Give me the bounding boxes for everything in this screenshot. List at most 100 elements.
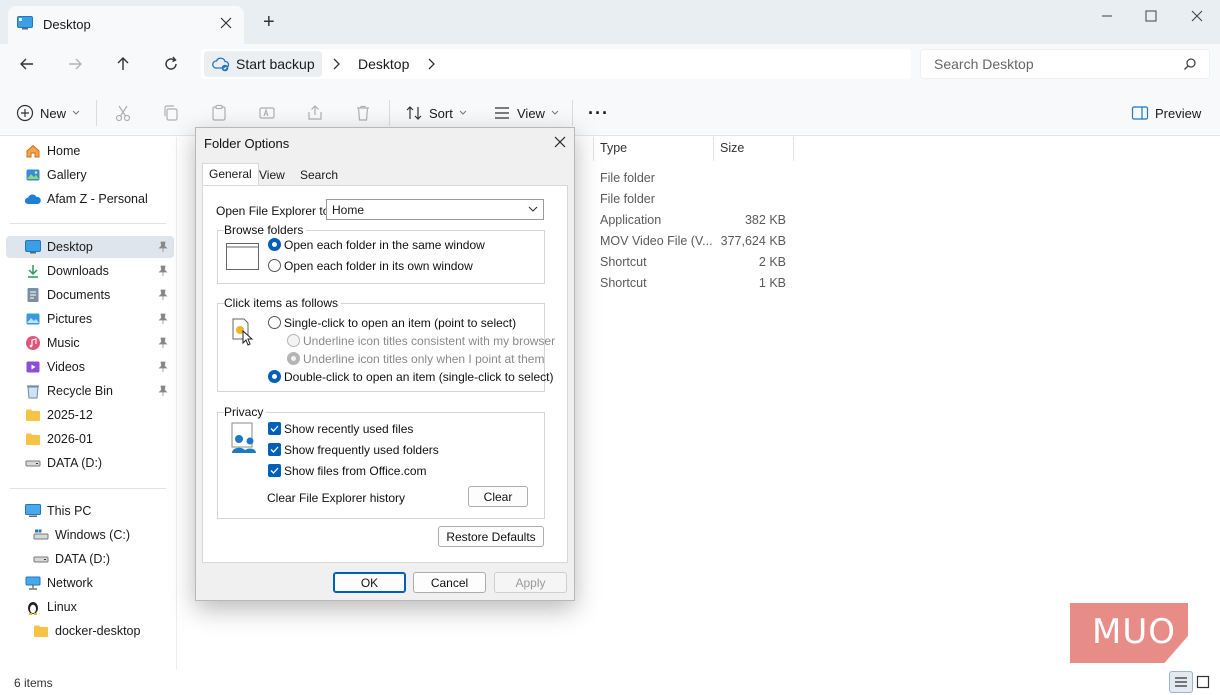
- sidebar-item-this-pc[interactable]: This PC: [6, 500, 174, 522]
- column-divider[interactable]: [793, 137, 794, 161]
- column-divider[interactable]: [713, 137, 714, 161]
- preview-button[interactable]: Preview: [1131, 100, 1201, 126]
- dialog-close-button[interactable]: [548, 132, 572, 152]
- double-click-label[interactable]: Double-click to open an item (single-cli…: [284, 370, 553, 384]
- file-type-cell: File folder: [600, 171, 655, 185]
- sidebar-item-downloads[interactable]: Downloads: [6, 260, 174, 282]
- sidebar-item-data-drive[interactable]: DATA (D:): [6, 452, 174, 474]
- close-window-button[interactable]: [1174, 6, 1220, 26]
- new-button[interactable]: New: [16, 100, 80, 126]
- more-options-button[interactable]: ···: [588, 100, 609, 126]
- tiles-view-toggle[interactable]: [1196, 675, 1210, 689]
- office-files-label[interactable]: Show files from Office.com: [284, 464, 427, 478]
- apply-button[interactable]: Apply: [494, 572, 567, 593]
- sidebar-item-data-drive-2[interactable]: DATA (D:): [6, 548, 174, 570]
- rename-icon[interactable]: [258, 100, 276, 126]
- sidebar-item-label: Afam Z - Personal: [47, 192, 148, 206]
- pin-icon[interactable]: [158, 265, 168, 277]
- close-tab-icon[interactable]: [220, 17, 232, 29]
- double-click-radio[interactable]: [268, 370, 281, 383]
- sidebar-item-label: 2026-01: [47, 432, 93, 446]
- browse-same-window-radio[interactable]: [268, 238, 281, 251]
- clear-history-label: Clear File Explorer history: [267, 491, 406, 505]
- sidebar-item-onedrive[interactable]: Afam Z - Personal: [6, 188, 174, 210]
- ok-button[interactable]: OK: [333, 572, 406, 593]
- view-icon: [493, 104, 511, 122]
- single-click-radio[interactable]: [268, 316, 281, 329]
- pin-icon[interactable]: [158, 361, 168, 373]
- column-header-type[interactable]: Type: [600, 141, 627, 155]
- column-header-size[interactable]: Size: [720, 141, 744, 155]
- chevron-right-icon[interactable]: [426, 57, 436, 71]
- sidebar-item-recycle-bin[interactable]: Recycle Bin: [6, 380, 174, 402]
- breadcrumb-desktop[interactable]: Desktop: [358, 56, 409, 72]
- tab-general[interactable]: General: [202, 163, 259, 186]
- cut-icon[interactable]: [114, 100, 132, 126]
- copy-icon[interactable]: [162, 100, 180, 126]
- browse-own-window-radio[interactable]: [268, 259, 281, 272]
- frequent-folders-label[interactable]: Show frequently used folders: [284, 443, 439, 457]
- sidebar-item-label: Documents: [47, 288, 111, 302]
- frequent-folders-checkbox[interactable]: [268, 443, 281, 456]
- paste-icon[interactable]: [210, 100, 228, 126]
- linux-icon: [24, 598, 42, 616]
- sidebar-item-documents[interactable]: Documents: [6, 284, 174, 306]
- sidebar-item-2026-01[interactable]: 2026-01: [6, 428, 174, 450]
- new-tab-button[interactable]: +: [263, 11, 275, 34]
- up-button[interactable]: [105, 46, 141, 82]
- sidebar-item-network[interactable]: Network: [6, 572, 174, 594]
- recent-files-label[interactable]: Show recently used files: [284, 422, 413, 436]
- share-icon[interactable]: [306, 100, 324, 126]
- sort-button[interactable]: Sort: [405, 100, 467, 126]
- sidebar-item-gallery[interactable]: Gallery: [6, 164, 174, 186]
- chevron-right-icon[interactable]: [331, 57, 341, 71]
- dialog-title: Folder Options: [204, 136, 290, 151]
- sidebar-item-music[interactable]: Music: [6, 332, 174, 354]
- tab-view[interactable]: View: [253, 165, 291, 185]
- sidebar-item-docker-desktop[interactable]: docker-desktop: [6, 620, 174, 642]
- minimize-button[interactable]: [1084, 6, 1130, 26]
- sidebar-item-videos[interactable]: Videos: [6, 356, 174, 378]
- clear-button[interactable]: Clear: [468, 486, 528, 507]
- sidebar-item-linux[interactable]: Linux: [6, 596, 174, 618]
- maximize-button[interactable]: [1128, 6, 1174, 26]
- command-bar: [0, 90, 1220, 136]
- view-button[interactable]: View: [493, 100, 559, 126]
- pin-icon[interactable]: [158, 241, 168, 253]
- cancel-button[interactable]: Cancel: [413, 572, 486, 593]
- browse-same-window-label[interactable]: Open each folder in the same window: [284, 238, 485, 252]
- underline-browser-radio[interactable]: [287, 334, 300, 347]
- restore-defaults-button[interactable]: Restore Defaults: [438, 526, 544, 547]
- pin-icon[interactable]: [158, 385, 168, 397]
- divider: [96, 100, 97, 126]
- sidebar-item-windows-drive[interactable]: Windows (C:): [6, 524, 174, 546]
- sidebar-item-pictures[interactable]: Pictures: [6, 308, 174, 330]
- details-view-toggle[interactable]: [1169, 671, 1193, 693]
- office-files-checkbox[interactable]: [268, 464, 281, 477]
- sidebar-item-2025-12[interactable]: 2025-12: [6, 404, 174, 426]
- delete-icon[interactable]: [354, 100, 372, 126]
- tab-search[interactable]: Search: [294, 165, 344, 185]
- pin-icon[interactable]: [158, 337, 168, 349]
- pin-icon[interactable]: [158, 313, 168, 325]
- underline-point-radio[interactable]: [287, 352, 300, 365]
- file-size-cell: 2 KB: [758, 255, 786, 269]
- single-click-label[interactable]: Single-click to open an item (point to s…: [284, 316, 516, 330]
- pin-icon[interactable]: [158, 289, 168, 301]
- desktop-tab-icon: [17, 16, 33, 30]
- general-tab-panel: Open File Explorer to: Home Browse folde…: [202, 185, 568, 563]
- open-explorer-select[interactable]: Home: [326, 199, 544, 220]
- sidebar-item-home[interactable]: Home: [6, 140, 174, 162]
- search-icon[interactable]: [1183, 57, 1197, 71]
- browse-own-window-label[interactable]: Open each folder in its own window: [284, 259, 473, 273]
- downloads-icon: [24, 262, 42, 280]
- view-label: View: [517, 105, 545, 121]
- recent-files-checkbox[interactable]: [268, 422, 281, 435]
- sidebar-item-desktop[interactable]: Desktop: [6, 236, 174, 258]
- refresh-button[interactable]: [153, 46, 189, 82]
- file-type-cell: Shortcut: [600, 276, 647, 290]
- forward-button[interactable]: [57, 46, 93, 82]
- click-cursor-icon: [231, 317, 257, 347]
- back-button[interactable]: [9, 46, 45, 82]
- file-size-cell: 1 KB: [758, 276, 786, 290]
